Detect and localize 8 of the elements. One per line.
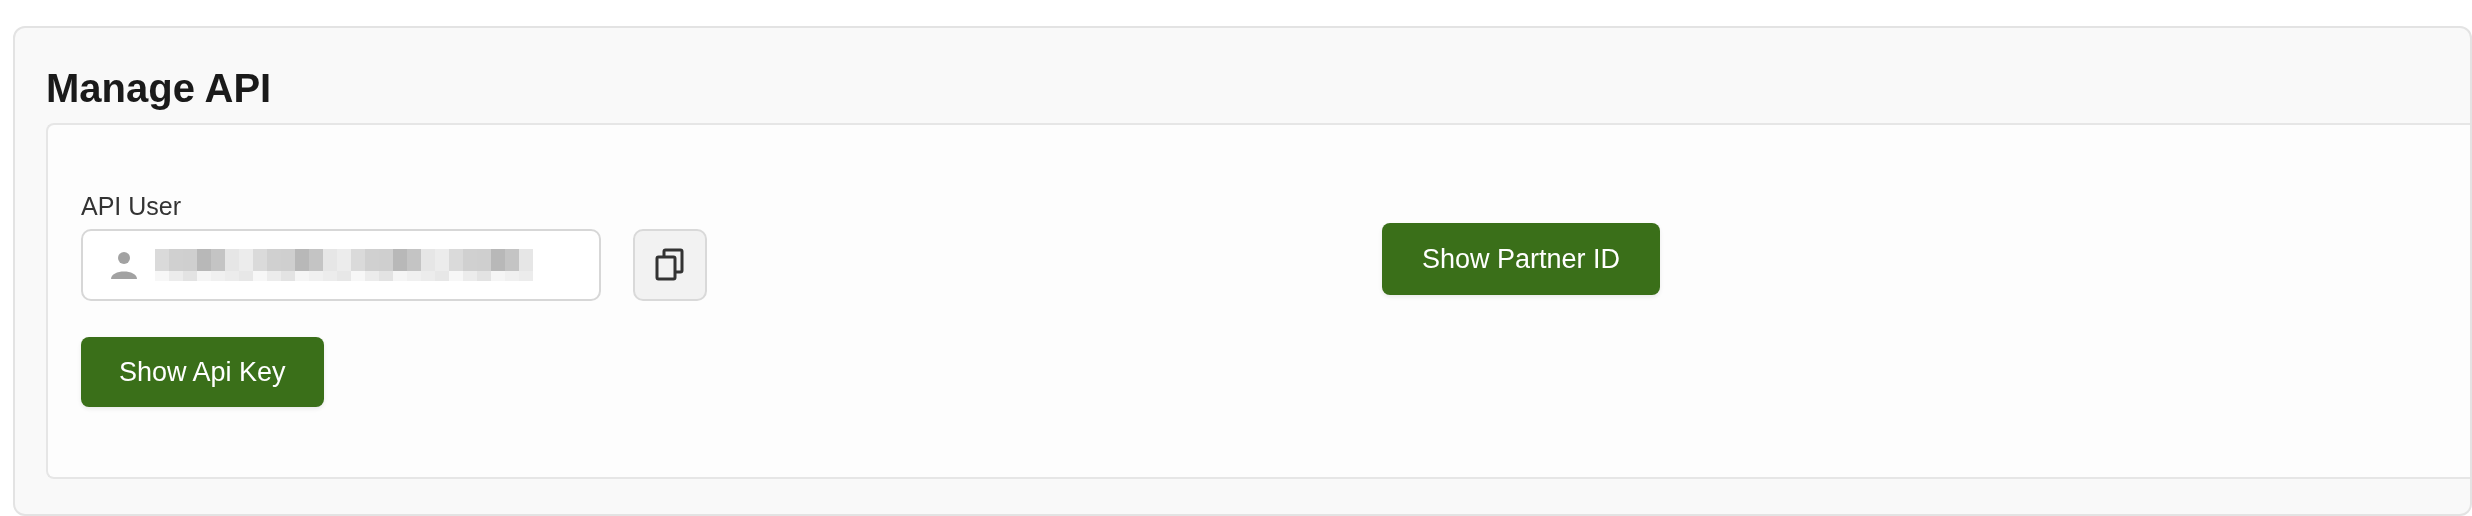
show-partner-id-button[interactable]: Show Partner ID [1382, 223, 1661, 295]
copy-button[interactable] [633, 229, 707, 301]
copy-icon [655, 248, 685, 282]
show-api-key-button[interactable]: Show Api Key [81, 337, 324, 407]
field-label: API User [81, 191, 182, 221]
user-icon [109, 250, 139, 280]
panel-title: Manage API [45, 65, 273, 112]
input-field[interactable] [81, 229, 601, 301]
